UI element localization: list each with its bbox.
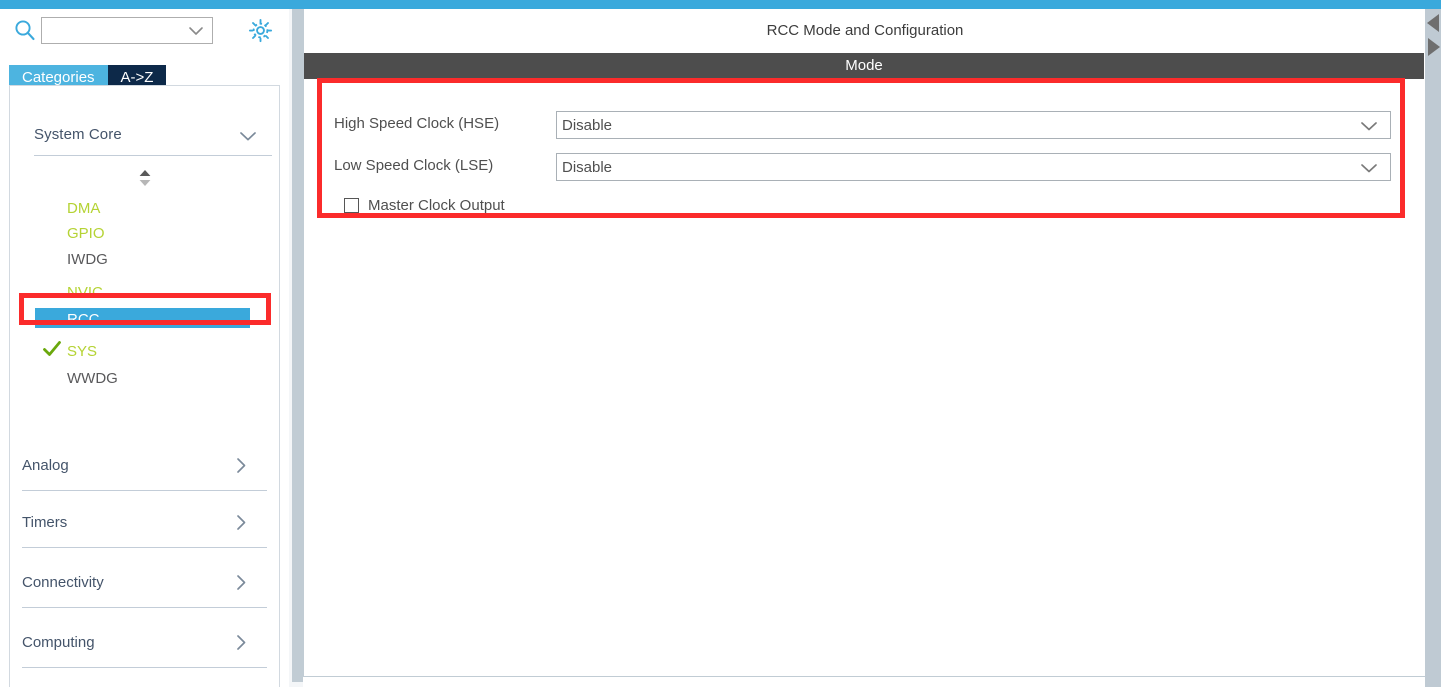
divider <box>34 155 272 156</box>
divider <box>22 607 267 608</box>
chevron-down-icon[interactable] <box>239 129 257 141</box>
search-icon <box>14 19 36 41</box>
top-accent-bar <box>0 0 1441 9</box>
page-title: RCC Mode and Configuration <box>304 9 1426 53</box>
master-clock-output-label: Master Clock Output <box>368 197 505 214</box>
hse-value: Disable <box>562 117 613 134</box>
chevron-down-icon[interactable] <box>1360 119 1378 133</box>
field-row-hse: High Speed Clock (HSE) Disable <box>334 111 1394 139</box>
rcc-mode-configuration-window: Categories A->Z System Core DMA GPIO IWDG… <box>0 0 1441 687</box>
sidebar-group-label: Timers <box>22 514 68 531</box>
divider <box>22 547 267 548</box>
chevron-down-icon[interactable] <box>1360 161 1378 175</box>
hse-label: High Speed Clock (HSE) <box>334 115 500 132</box>
sidebar-item-nvic[interactable]: NVIC <box>67 281 103 304</box>
sidebar-item-gpio[interactable]: GPIO <box>67 222 105 245</box>
master-clock-output-checkbox[interactable] <box>344 198 359 213</box>
gear-icon[interactable] <box>248 18 273 43</box>
search-input[interactable] <box>41 17 213 44</box>
panel-splitter-handle[interactable] <box>292 9 303 682</box>
sidebar-item-wwdg[interactable]: WWDG <box>67 367 118 390</box>
sidebar-item-iwdg[interactable]: IWDG <box>67 248 108 271</box>
mode-section-header: Mode <box>304 53 1424 79</box>
panel-collapse-arrows[interactable] <box>1426 12 1441 60</box>
scroll-up-down-icon[interactable] <box>138 169 152 187</box>
hse-dropdown[interactable]: Disable <box>556 111 1391 139</box>
lse-dropdown[interactable]: Disable <box>556 153 1391 181</box>
right-edge-strip <box>1425 9 1441 687</box>
chevron-down-icon[interactable] <box>188 24 204 38</box>
sidebar-group-connectivity[interactable]: Connectivity <box>22 566 267 608</box>
chevron-right-icon[interactable] <box>235 634 247 651</box>
divider <box>22 490 267 491</box>
sidebar-group-label: Computing <box>22 634 95 651</box>
sidebar-search-row <box>0 9 289 51</box>
lse-label: Low Speed Clock (LSE) <box>334 157 494 174</box>
configuration-panel: RCC Mode and Configuration Mode High Spe… <box>303 9 1426 677</box>
sidebar-item-dma[interactable]: DMA <box>67 197 100 220</box>
sidebar-group-timers[interactable]: Timers <box>22 506 267 548</box>
arrow-right-icon <box>1428 38 1440 56</box>
sidebar-group-label: Analog <box>22 457 69 474</box>
sidebar-group-label: System Core <box>34 126 122 143</box>
check-icon <box>42 339 62 359</box>
sidebar-group-computing[interactable]: Computing <box>22 626 267 668</box>
chevron-right-icon[interactable] <box>235 457 247 474</box>
peripheral-sidebar: Categories A->Z System Core DMA GPIO IWDG… <box>0 9 289 687</box>
mode-form-area: High Speed Clock (HSE) Disable Low Speed… <box>304 79 1424 675</box>
divider <box>22 667 267 668</box>
sidebar-group-label: Connectivity <box>22 574 104 591</box>
field-row-lse: Low Speed Clock (LSE) Disable <box>334 153 1394 181</box>
lse-value: Disable <box>562 159 613 176</box>
sidebar-group-system-core[interactable]: System Core <box>34 116 272 156</box>
sidebar-item-rcc[interactable]: RCC <box>67 308 100 331</box>
chevron-right-icon[interactable] <box>235 514 247 531</box>
chevron-right-icon[interactable] <box>235 574 247 591</box>
sidebar-group-analog[interactable]: Analog <box>22 449 267 491</box>
sidebar-item-sys[interactable]: SYS <box>67 340 97 363</box>
arrow-left-icon <box>1427 14 1439 32</box>
